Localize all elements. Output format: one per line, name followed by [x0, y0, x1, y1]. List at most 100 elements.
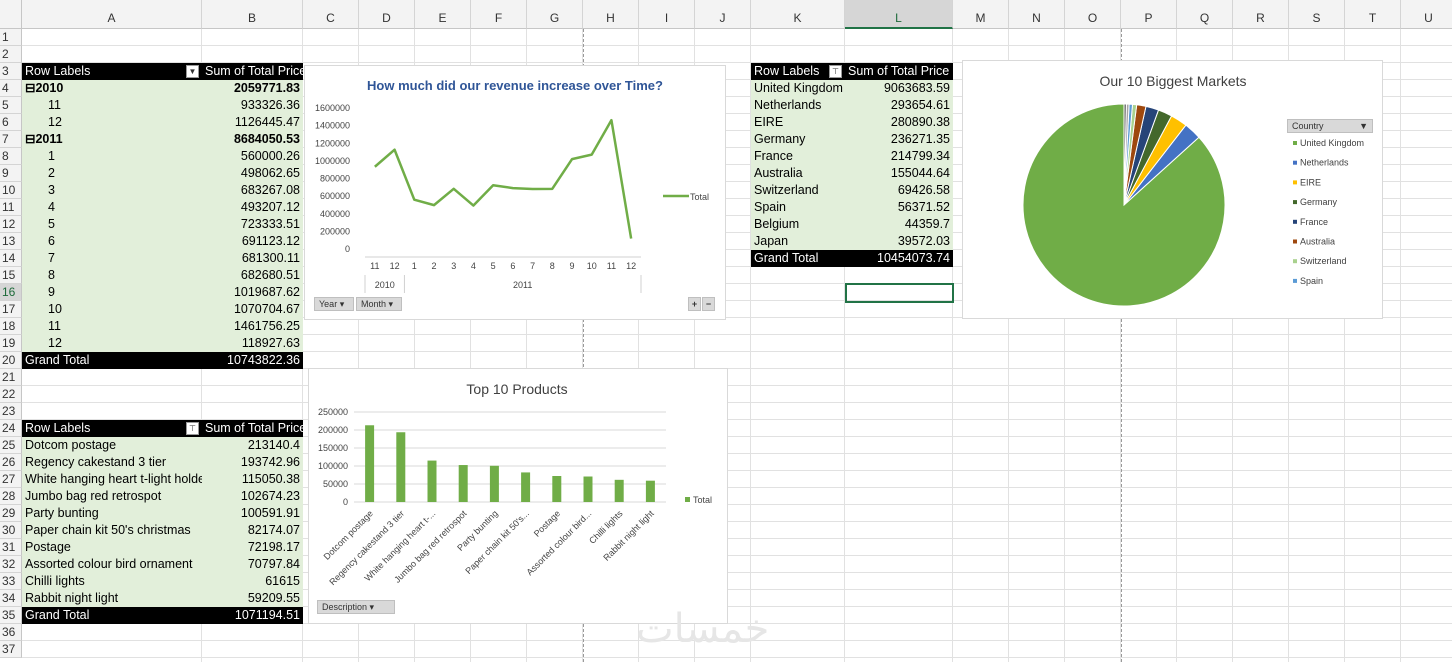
pivot-header-labels[interactable]: Row Labels [22, 420, 202, 437]
pivot-row-label[interactable]: 6 [22, 233, 202, 250]
pivot-row-label[interactable]: 12 [22, 335, 202, 352]
pivot-row-label[interactable]: Party bunting [22, 505, 202, 522]
grand-total-label[interactable]: Grand Total [22, 352, 202, 369]
pivot-row-label[interactable]: Germany [751, 131, 845, 148]
pivot-row-label[interactable]: Postage [22, 539, 202, 556]
pivot-row-label[interactable]: Netherlands [751, 97, 845, 114]
pivot-row-value[interactable]: 72198.17 [202, 539, 303, 556]
pivot-row-value[interactable]: 682680.51 [202, 267, 303, 284]
pivot-header-labels[interactable]: Row Labels [22, 63, 202, 80]
row-header-22[interactable]: 22 [0, 386, 22, 403]
col-header-F[interactable]: F [471, 0, 527, 29]
col-header-M[interactable]: M [953, 0, 1009, 29]
pivot-row-label[interactable]: 1 [22, 148, 202, 165]
row-header-23[interactable]: 23 [0, 403, 22, 420]
line-chart[interactable]: How much did our revenue increase over T… [304, 65, 726, 320]
pivot-row-value[interactable]: 82174.07 [202, 522, 303, 539]
pivot-row-label[interactable]: Rabbit night light [22, 590, 202, 607]
pivot-row-value[interactable]: 100591.91 [202, 505, 303, 522]
pivot-row-label[interactable]: Regency cakestand 3 tier [22, 454, 202, 471]
row-header-9[interactable]: 9 [0, 165, 22, 182]
row-header-25[interactable]: 25 [0, 437, 22, 454]
row-header-14[interactable]: 14 [0, 250, 22, 267]
pivot-row-value[interactable]: 681300.11 [202, 250, 303, 267]
pivot-row-value[interactable]: 102674.23 [202, 488, 303, 505]
pivot-row-value[interactable]: 933326.36 [202, 97, 303, 114]
pivot-row-value[interactable]: 69426.58 [845, 182, 953, 199]
row-header-21[interactable]: 21 [0, 369, 22, 386]
pie-chart[interactable]: Our 10 Biggest Markets United Kingdom Neth… [962, 60, 1383, 319]
grand-total-value[interactable]: 10454073.74 [845, 250, 953, 267]
row-header-31[interactable]: 31 [0, 539, 22, 556]
pivot-row-value[interactable]: 213140.4 [202, 437, 303, 454]
active-cell-L16[interactable] [845, 283, 954, 303]
pivot-row-label[interactable]: White hanging heart t-light holde [22, 471, 202, 488]
pivot-row-label[interactable]: 9 [22, 284, 202, 301]
pivot-row-value[interactable]: 193742.96 [202, 454, 303, 471]
pivot-row-label[interactable]: Switzerland [751, 182, 845, 199]
pivot-row-value[interactable]: 214799.34 [845, 148, 953, 165]
row-header-34[interactable]: 34 [0, 590, 22, 607]
row-header-36[interactable]: 36 [0, 624, 22, 641]
row-header-17[interactable]: 17 [0, 301, 22, 318]
row-header-27[interactable]: 27 [0, 471, 22, 488]
row-header-3[interactable]: 3 [0, 63, 22, 80]
row-header-15[interactable]: 15 [0, 267, 22, 284]
row-header-1[interactable]: 1 [0, 29, 22, 46]
pivot-header-value[interactable]: Sum of Total Price [202, 63, 303, 80]
pivot-row-label[interactable]: 11 [22, 318, 202, 335]
col-header-K[interactable]: K [751, 0, 845, 29]
row-header-4[interactable]: 4 [0, 80, 22, 97]
pivot-row-value[interactable]: 9063683.59 [845, 80, 953, 97]
pivot-row-label[interactable]: ⊟2010 [22, 80, 202, 97]
row-header-26[interactable]: 26 [0, 454, 22, 471]
pivot-row-label[interactable]: Paper chain kit 50's christmas [22, 522, 202, 539]
month-field-button[interactable]: Month ▾ [356, 297, 402, 311]
pivot-row-value[interactable]: 493207.12 [202, 199, 303, 216]
col-header-B[interactable]: B [202, 0, 303, 29]
pivot-row-value[interactable]: 1070704.67 [202, 301, 303, 318]
row-header-30[interactable]: 30 [0, 522, 22, 539]
pivot-row-value[interactable]: 1019687.62 [202, 284, 303, 301]
pivot-row-value[interactable]: 691123.12 [202, 233, 303, 250]
pivot-row-value[interactable]: 1126445.47 [202, 114, 303, 131]
col-header-T[interactable]: T [1345, 0, 1401, 29]
col-header-E[interactable]: E [415, 0, 471, 29]
pivot-row-label[interactable]: Belgium [751, 216, 845, 233]
pivot-row-label[interactable]: Spain [751, 199, 845, 216]
row-header-8[interactable]: 8 [0, 148, 22, 165]
grand-total-value[interactable]: 10743822.36 [202, 352, 303, 369]
row-header-16[interactable]: 16 [0, 284, 22, 301]
pivot-row-label[interactable]: 4 [22, 199, 202, 216]
country-field-button[interactable]: Country ▼ [1287, 119, 1373, 133]
collapse-button[interactable]: − [702, 297, 715, 311]
row-header-29[interactable]: 29 [0, 505, 22, 522]
pivot-row-value[interactable]: 155044.64 [845, 165, 953, 182]
pivot-row-value[interactable]: 560000.26 [202, 148, 303, 165]
pivot-row-label[interactable]: 8 [22, 267, 202, 284]
pivot-row-value[interactable]: 44359.7 [845, 216, 953, 233]
col-header-Q[interactable]: Q [1177, 0, 1233, 29]
pivot-row-value[interactable]: 236271.35 [845, 131, 953, 148]
pivot-row-value[interactable]: 56371.52 [845, 199, 953, 216]
pivot-row-label[interactable]: 10 [22, 301, 202, 318]
pivot-row-label[interactable]: 11 [22, 97, 202, 114]
pivot-row-label[interactable]: United Kingdom [751, 80, 845, 97]
row-header-24[interactable]: 24 [0, 420, 22, 437]
pivot-row-value[interactable]: 8684050.53 [202, 131, 303, 148]
row-header-6[interactable]: 6 [0, 114, 22, 131]
row-header-2[interactable]: 2 [0, 46, 22, 63]
pivot-row-label[interactable]: Dotcom postage [22, 437, 202, 454]
row-header-37[interactable]: 37 [0, 641, 22, 658]
row-header-28[interactable]: 28 [0, 488, 22, 505]
row-header-35[interactable]: 35 [0, 607, 22, 624]
col-header-N[interactable]: N [1009, 0, 1065, 29]
pivot-row-value[interactable]: 59209.55 [202, 590, 303, 607]
col-header-U[interactable]: U [1401, 0, 1452, 29]
row-header-19[interactable]: 19 [0, 335, 22, 352]
pivot-row-value[interactable]: 118927.63 [202, 335, 303, 352]
col-header-L[interactable]: L [845, 0, 953, 29]
pivot-row-label[interactable]: Chilli lights [22, 573, 202, 590]
grand-total-value[interactable]: 1071194.51 [202, 607, 303, 624]
pivot-header-value[interactable]: Sum of Total Price [202, 420, 303, 437]
